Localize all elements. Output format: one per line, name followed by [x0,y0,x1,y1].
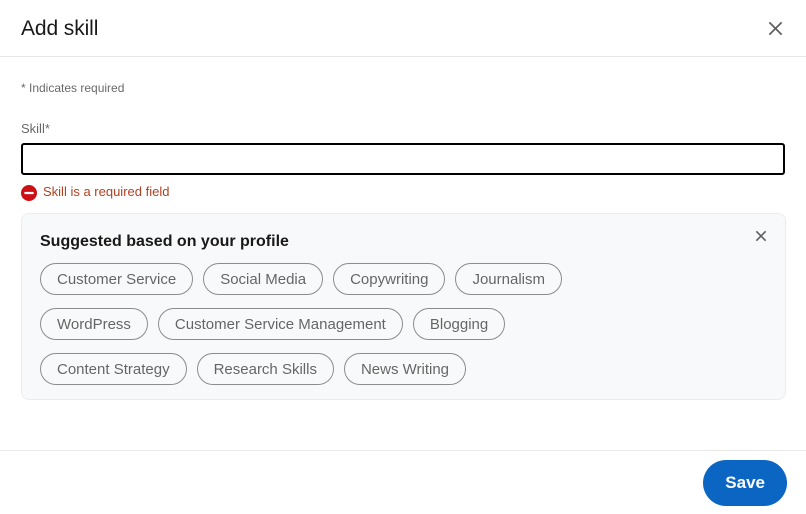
modal-footer: Save [0,450,806,514]
skill-error-message: Skill is a required field [21,184,785,201]
required-indicator-note: * Indicates required [21,81,125,95]
close-icon [753,228,769,247]
suggested-skill-chip[interactable]: Copywriting [333,263,446,296]
skill-field-group: Skill* Skill is a required field [21,121,785,201]
suggested-skill-chip[interactable]: Customer Service Management [157,308,403,341]
skill-field-label: Skill* [21,121,50,137]
modal-header: Add skill [0,0,806,57]
suggested-skills-title: Suggested based on your profile [40,233,289,251]
error-text: Skill is a required field [43,184,170,200]
modal-body: * Indicates required Skill* Skill is a r… [0,57,806,450]
add-skill-modal: Add skill * Indicates required Skill* Sk… [0,0,806,514]
save-button[interactable]: Save [703,459,787,506]
suggested-skill-chip[interactable]: Blogging [412,308,506,341]
suggested-skills-panel: Suggested based on your profile Customer… [21,213,786,401]
error-circle-icon [21,184,37,201]
suggested-skill-chip[interactable]: News Writing [343,353,467,386]
suggested-skill-chip[interactable]: Social Media [203,263,324,296]
suggested-skill-chip[interactable]: WordPress [40,308,148,341]
suggested-skill-chip[interactable]: Content Strategy [40,353,187,386]
dismiss-suggestions-button[interactable] [747,223,775,251]
chip-row: Customer Service Social Media Copywritin… [40,263,769,296]
chip-row: Content Strategy Research Skills News Wr… [40,353,769,386]
close-modal-button[interactable] [758,11,792,45]
chip-row: WordPress Customer Service Management Bl… [40,308,769,341]
page-title: Add skill [21,16,99,40]
suggested-skill-chip[interactable]: Journalism [455,263,562,296]
skill-input[interactable] [21,143,785,176]
suggested-skill-chip[interactable]: Research Skills [196,353,334,386]
suggested-skill-chips: Customer Service Social Media Copywritin… [40,263,769,386]
close-icon [765,18,786,39]
suggested-skill-chip[interactable]: Customer Service [40,263,194,296]
